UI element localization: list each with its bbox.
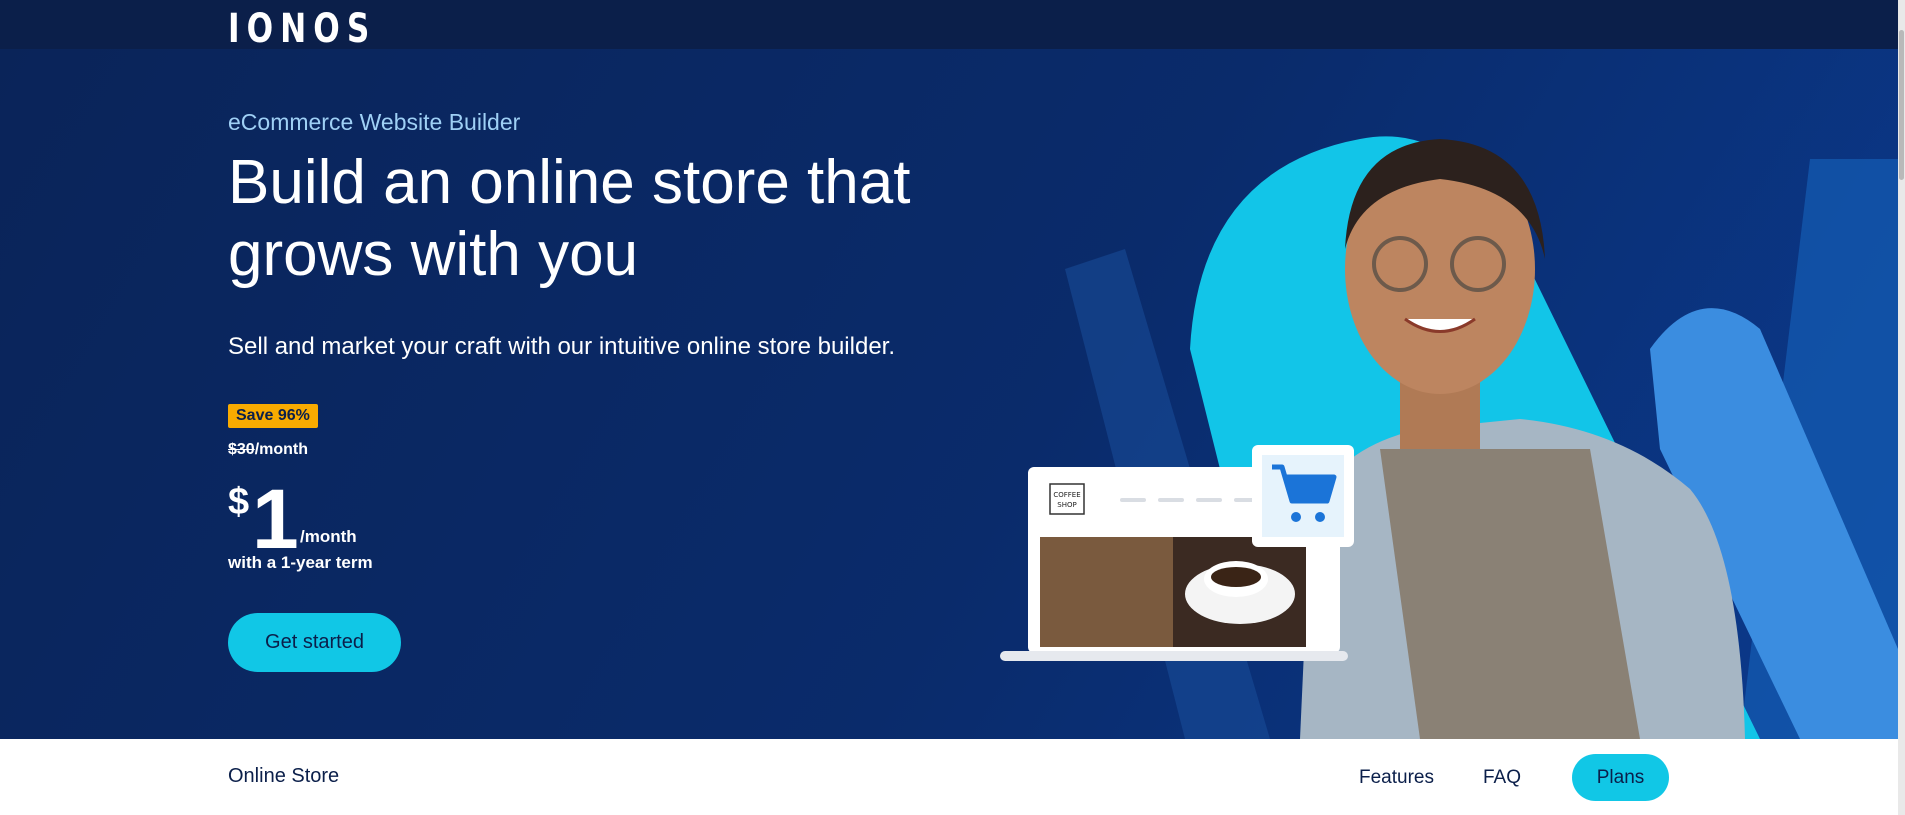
get-started-button[interactable]: Get started (228, 613, 401, 672)
top-bar: IONOS (0, 0, 1898, 52)
shop-logo-line1: COFFEE (1053, 491, 1080, 499)
hero-section: COFFEE SHOP eCommerce Website Builder Bu… (0, 49, 1898, 739)
hero-subheadline: Sell and market your craft with our intu… (228, 333, 895, 360)
old-price-period: /month (254, 441, 309, 458)
eyebrow-text: eCommerce Website Builder (228, 109, 521, 135)
sticky-subnav: Online Store Features FAQ Plans (0, 739, 1898, 815)
savings-badge: Save 96% (228, 404, 318, 428)
old-price: $30/month (228, 441, 308, 459)
price-currency: $ (228, 481, 250, 523)
old-price-amount: $30 (228, 441, 255, 458)
price-term: with a 1-year term (228, 553, 373, 572)
subnav-link-faq[interactable]: FAQ (1483, 767, 1521, 789)
plans-button[interactable]: Plans (1572, 754, 1669, 801)
ionos-logo[interactable]: IONOS (228, 6, 376, 52)
subnav-link-features[interactable]: Features (1359, 767, 1434, 789)
price-period: /month (300, 527, 357, 546)
scrollbar-thumb[interactable] (1899, 30, 1904, 180)
cart-icon (1252, 445, 1354, 547)
subnav-title: Online Store (228, 765, 340, 787)
shop-logo-line2: SHOP (1057, 501, 1076, 509)
scrollbar[interactable] (1898, 0, 1905, 815)
page-title: Build an online store that grows with yo… (228, 148, 911, 289)
